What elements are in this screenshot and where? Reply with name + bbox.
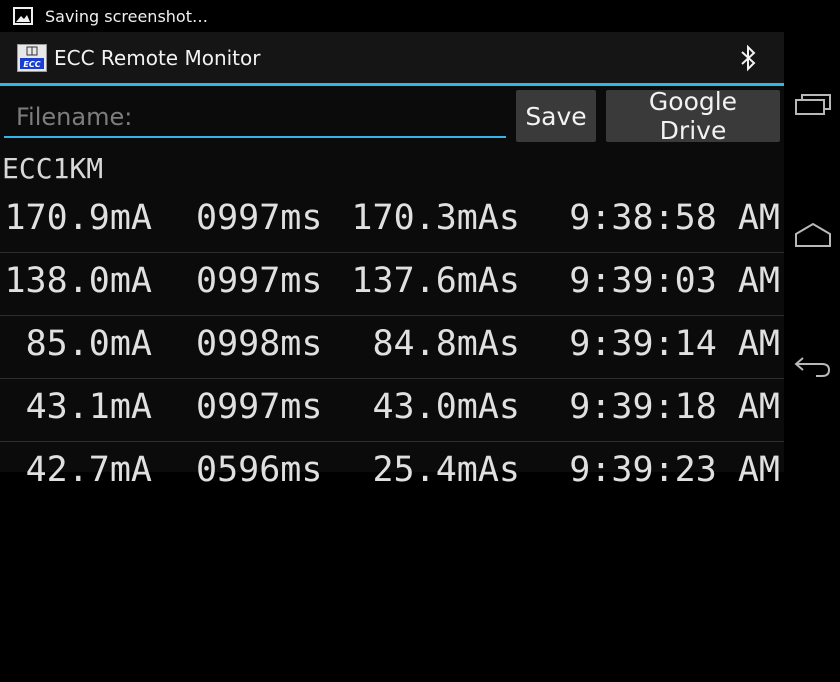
time-value: 9:39:03 AM <box>569 261 780 301</box>
duration-value: 0596ms <box>196 450 323 490</box>
ecc-app-icon: ECC <box>17 43 47 72</box>
charge-value: 25.4mAs <box>372 450 520 490</box>
time-value: 9:39:23 AM <box>569 450 780 490</box>
list-item[interactable]: 42.7mA 0596ms 25.4mAs 9:39:23 AM <box>0 442 784 504</box>
charge-value: 170.3mAs <box>351 198 520 238</box>
home-icon[interactable] <box>794 220 832 250</box>
charge-value: 43.0mAs <box>372 387 520 427</box>
list-item[interactable]: 85.0mA 0998ms 84.8mAs 9:39:14 AM <box>0 316 784 379</box>
app-title: ECC Remote Monitor <box>54 45 261 70</box>
time-value: 9:39:14 AM <box>569 324 780 364</box>
bluetooth-icon[interactable] <box>739 44 757 72</box>
filename-input[interactable] <box>4 98 506 138</box>
duration-value: 0997ms <box>196 387 323 427</box>
action-bar: ECC ECC Remote Monitor <box>0 32 784 86</box>
save-button[interactable]: Save <box>516 90 596 142</box>
current-value: 138.0mA <box>4 261 152 301</box>
svg-text:ECC: ECC <box>23 60 40 69</box>
duration-value: 0998ms <box>196 324 323 364</box>
current-value: 42.7mA <box>25 450 152 490</box>
duration-value: 0997ms <box>196 261 323 301</box>
back-icon[interactable] <box>794 350 832 380</box>
charge-value: 84.8mAs <box>372 324 520 364</box>
navigation-bar <box>784 0 840 472</box>
list-item[interactable]: 170.9mA 0997ms 170.3mAs 9:38:58 AM <box>0 190 784 253</box>
current-value: 85.0mA <box>25 324 152 364</box>
device-name: ECC1KM <box>2 152 104 185</box>
charge-value: 137.6mAs <box>351 261 520 301</box>
list-item[interactable]: 138.0mA 0997ms 137.6mAs 9:39:03 AM <box>0 253 784 316</box>
duration-value: 0997ms <box>196 198 323 238</box>
time-value: 9:38:58 AM <box>569 198 780 238</box>
list-item[interactable]: 43.1mA 0997ms 43.0mAs 9:39:18 AM <box>0 379 784 442</box>
current-value: 170.9mA <box>4 198 152 238</box>
status-text: Saving screenshot… <box>45 6 208 26</box>
recent-apps-icon[interactable] <box>794 90 832 120</box>
status-bar: Saving screenshot… <box>0 0 784 32</box>
time-value: 9:39:18 AM <box>569 387 780 427</box>
image-icon <box>13 7 33 25</box>
current-value: 43.1mA <box>25 387 152 427</box>
google-drive-button[interactable]: Google Drive <box>606 87 780 145</box>
